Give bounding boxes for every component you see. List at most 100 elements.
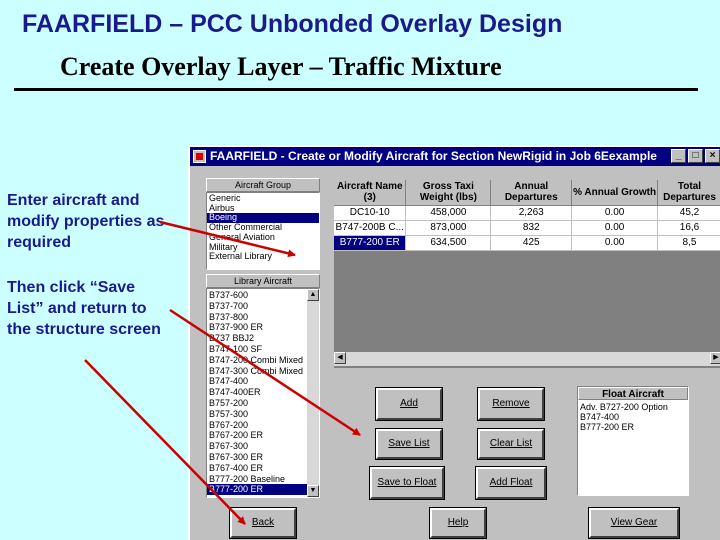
- scroll-down-arrow[interactable]: ▼: [307, 485, 319, 497]
- library-aircraft-header: Library Aircraft: [206, 274, 320, 288]
- grid-row[interactable]: B777-200 ER 634,500 425 0.00 8,5: [334, 235, 720, 251]
- grid-empty-cell: [657, 250, 720, 266]
- grid-column-header[interactable]: Aircraft Name (3): [334, 180, 407, 206]
- remove-button[interactable]: Remove: [477, 387, 545, 421]
- library-aircraft-item[interactable]: B737 BBJ2: [207, 333, 307, 344]
- library-aircraft-item[interactable]: B777-200 ER: [207, 484, 307, 496]
- grid-empty-cell: [334, 295, 407, 311]
- aircraft-group-item[interactable]: Boeing: [207, 213, 319, 224]
- aircraft-group-item[interactable]: Military: [207, 243, 319, 253]
- add-button[interactable]: Add: [375, 387, 443, 421]
- library-aircraft-item[interactable]: B747-400ER: [207, 387, 307, 398]
- float-aircraft-item[interactable]: B777-200 ER: [578, 422, 688, 432]
- library-aircraft-item[interactable]: B747-300 Combi Mixed: [207, 366, 307, 377]
- grid-empty-cell: [405, 325, 492, 341]
- float-aircraft-item[interactable]: Adv. B727-200 Option: [578, 402, 688, 412]
- library-aircraft-list[interactable]: B737-600 B737-700 B737-800 B737-900 ER B737 …: [206, 288, 320, 498]
- grid-cell[interactable]: 8,5: [657, 235, 720, 251]
- view-gear-button[interactable]: View Gear: [588, 507, 680, 539]
- library-aircraft-item[interactable]: B777-200 Baseline: [207, 474, 307, 485]
- grid-empty-row: [334, 310, 720, 326]
- library-aircraft-item[interactable]: B767-300: [207, 441, 307, 452]
- library-aircraft-item[interactable]: B767-300 ER: [207, 452, 307, 463]
- scroll-left-arrow[interactable]: ◀: [334, 352, 346, 364]
- library-aircraft-item[interactable]: B737-900 ER: [207, 322, 307, 333]
- float-aircraft-box[interactable]: Float Aircraft Adv. B727-200 Option B747-…: [577, 386, 689, 496]
- grid-cell[interactable]: 458,000: [405, 205, 492, 221]
- library-aircraft-item[interactable]: B757-200: [207, 398, 307, 409]
- grid-empty-cell: [657, 295, 720, 311]
- grid-cell[interactable]: 832: [490, 220, 573, 236]
- grid-cell[interactable]: DC10-10: [334, 205, 407, 221]
- title-rule: [14, 88, 698, 91]
- maximize-button[interactable]: □: [688, 149, 703, 163]
- grid-row[interactable]: B747-200B C... 873,000 832 0.00 16,6: [334, 220, 720, 236]
- library-aircraft-item[interactable]: B767-200 ER: [207, 430, 307, 441]
- grid-cell[interactable]: 873,000: [405, 220, 492, 236]
- slide-title: FAARFIELD – PCC Unbonded Overlay Design: [22, 10, 563, 38]
- note-save-list: Then click “Save List” and return to the…: [7, 279, 161, 338]
- grid-empty-cell: [571, 265, 658, 281]
- library-scrollbar[interactable]: ▲ ▼: [307, 289, 319, 497]
- window-title: FAARFIELD - Create or Modify Aircraft fo…: [210, 149, 657, 163]
- grid-empty-cell: [571, 310, 658, 326]
- minimize-button[interactable]: _: [671, 149, 686, 163]
- scroll-right-arrow[interactable]: ▶: [710, 352, 720, 364]
- close-button[interactable]: ×: [705, 149, 720, 163]
- aircraft-group-header: Aircraft Group: [206, 178, 320, 192]
- grid-row[interactable]: DC10-10 458,000 2,263 0.00 45,2: [334, 205, 720, 221]
- grid-column-header[interactable]: % Annual Growth: [571, 180, 658, 206]
- aircraft-group-item[interactable]: Airbus: [207, 204, 319, 214]
- aircraft-group-item[interactable]: External Library: [207, 252, 319, 262]
- grid-empty-cell: [657, 310, 720, 326]
- clear-list-button[interactable]: Clear List: [477, 428, 545, 460]
- grid-cell[interactable]: 2,263: [490, 205, 573, 221]
- grid-cell[interactable]: 0.00: [571, 205, 658, 221]
- aircraft-grid[interactable]: Aircraft Name (3) Gross Taxi Weight (lbs)…: [334, 180, 720, 368]
- save-to-float-button[interactable]: Save to Float: [369, 466, 445, 500]
- grid-empty-cell: [405, 265, 492, 281]
- library-aircraft-item[interactable]: B757-300: [207, 409, 307, 420]
- grid-horizontal-scrollbar[interactable]: ◀ ▶: [334, 352, 720, 366]
- grid-cell[interactable]: B777-200 ER: [334, 235, 407, 251]
- grid-cell[interactable]: 45,2: [657, 205, 720, 221]
- library-aircraft-item[interactable]: B747-400: [207, 376, 307, 387]
- library-aircraft-item[interactable]: B737-800: [207, 312, 307, 323]
- back-button[interactable]: Back: [229, 507, 297, 539]
- grid-empty-cell: [334, 310, 407, 326]
- grid-empty-cell: [490, 250, 573, 266]
- grid-column-header[interactable]: Gross Taxi Weight (lbs): [405, 180, 492, 206]
- save-list-button[interactable]: Save List: [375, 428, 443, 460]
- app-window: FAARFIELD - Create or Modify Aircraft fo…: [188, 145, 720, 540]
- window-titlebar: FAARFIELD - Create or Modify Aircraft fo…: [190, 147, 720, 166]
- library-aircraft-item[interactable]: B767-400 ER: [207, 463, 307, 474]
- grid-empty-row: [334, 295, 720, 311]
- grid-empty-cell: [571, 280, 658, 296]
- grid-empty-cell: [334, 280, 407, 296]
- grid-cell[interactable]: 634,500: [405, 235, 492, 251]
- grid-cell[interactable]: 0.00: [571, 235, 658, 251]
- grid-empty-cell: [571, 295, 658, 311]
- grid-empty-row: [334, 265, 720, 281]
- grid-cell[interactable]: 425: [490, 235, 573, 251]
- help-button[interactable]: Help: [429, 507, 487, 539]
- library-aircraft-item[interactable]: B737-600: [207, 290, 307, 301]
- library-aircraft-item[interactable]: B747-100 SF: [207, 344, 307, 355]
- library-aircraft-item[interactable]: B747-200 Combi Mixed: [207, 355, 307, 366]
- aircraft-group-item[interactable]: General Aviation: [207, 233, 319, 243]
- library-aircraft-item[interactable]: B767-200: [207, 420, 307, 431]
- grid-cell[interactable]: 16,6: [657, 220, 720, 236]
- add-float-button[interactable]: Add Float: [475, 466, 547, 500]
- grid-empty-cell: [657, 280, 720, 296]
- aircraft-group-list[interactable]: Generic Airbus Boeing Other Commercial Gener…: [206, 192, 320, 270]
- grid-cell[interactable]: B747-200B C...: [334, 220, 407, 236]
- aircraft-group-item[interactable]: Other Commercial: [207, 223, 319, 233]
- float-aircraft-item[interactable]: B747-400: [578, 412, 688, 422]
- grid-column-header[interactable]: Total Departures: [657, 180, 720, 206]
- grid-column-header[interactable]: Annual Departures: [490, 180, 573, 206]
- aircraft-group-item[interactable]: Generic: [207, 194, 319, 204]
- scroll-up-arrow[interactable]: ▲: [307, 289, 319, 301]
- grid-cell[interactable]: 0.00: [571, 220, 658, 236]
- library-aircraft-item[interactable]: B737-700: [207, 301, 307, 312]
- grid-empty-cell: [657, 265, 720, 281]
